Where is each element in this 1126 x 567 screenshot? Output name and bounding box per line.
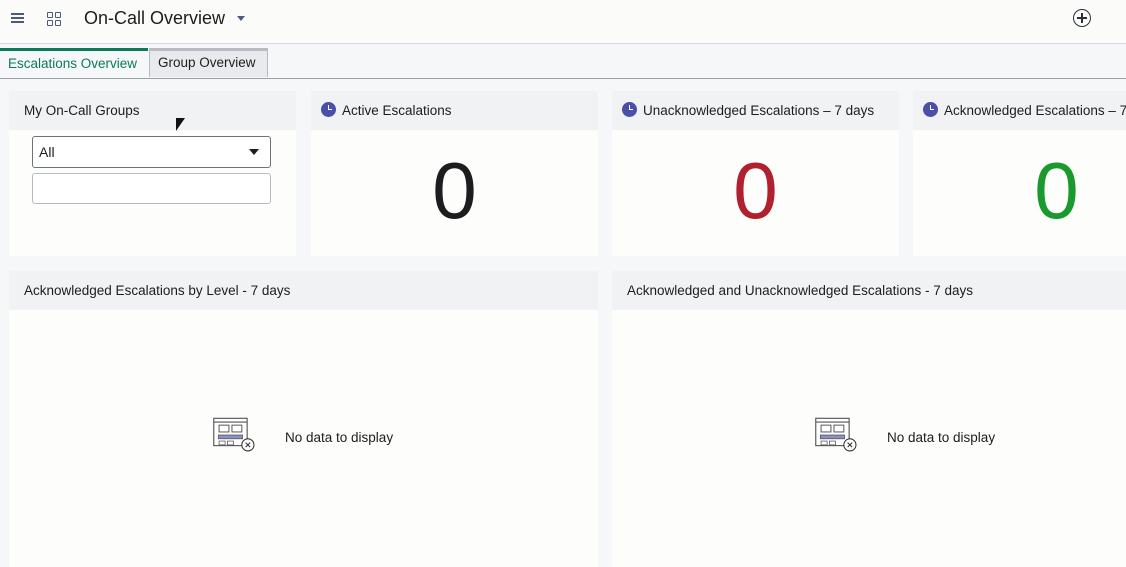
empty-state: No data to display <box>213 417 413 463</box>
card-title: My On-Call Groups <box>9 91 296 130</box>
title-chevron-down-icon[interactable] <box>237 16 245 21</box>
metric-card-unacknowledged: Unacknowledged Escalations – 7 days 0 <box>612 91 899 256</box>
clock-icon <box>622 102 637 118</box>
metric-card-active: Active Escalations 0 <box>311 91 598 256</box>
group-select-value: All <box>39 144 55 160</box>
metric-value[interactable]: 0 <box>612 151 899 231</box>
no-data-icon <box>213 417 255 452</box>
no-data-label: No data to display <box>285 430 394 445</box>
tab-escalations-overview[interactable]: Escalations Overview <box>0 48 148 77</box>
page-title[interactable]: On-Call Overview <box>84 8 225 29</box>
grid-icon[interactable] <box>47 12 62 27</box>
clock-icon <box>321 102 336 118</box>
metric-value[interactable]: 0 <box>913 151 1126 231</box>
metric-title: Unacknowledged Escalations – 7 days <box>643 103 875 118</box>
chart-card-by-level: Acknowledged Escalations by Level - 7 da… <box>9 271 598 567</box>
tab-bar: Escalations Overview Group Overview <box>0 48 1126 79</box>
empty-state: No data to display <box>815 417 1015 463</box>
clock-icon <box>923 102 938 118</box>
group-filter-input[interactable] <box>32 173 271 204</box>
chart-card-ack-unack: Acknowledged and Unacknowledged Escalati… <box>612 271 1126 567</box>
no-data-label: No data to display <box>887 430 996 445</box>
menu-icon[interactable] <box>11 13 24 24</box>
chevron-down-icon <box>249 149 259 155</box>
metric-title: Acknowledged Escalations – 7 <box>944 103 1126 118</box>
add-circle-icon[interactable] <box>1073 9 1091 27</box>
tab-group-overview[interactable]: Group Overview <box>149 48 268 77</box>
metric-value[interactable]: 0 <box>311 151 598 231</box>
on-call-groups-card: My On-Call Groups All <box>9 91 296 256</box>
metric-title: Active Escalations <box>342 103 452 118</box>
no-data-icon <box>815 417 857 452</box>
metric-card-acknowledged: Acknowledged Escalations – 7 0 <box>913 91 1126 256</box>
chart-title: Acknowledged Escalations by Level - 7 da… <box>9 271 598 310</box>
chart-title: Acknowledged and Unacknowledged Escalati… <box>612 271 1126 310</box>
group-select[interactable]: All <box>32 136 271 168</box>
mouse-cursor-icon <box>176 118 185 131</box>
top-bar: On-Call Overview <box>0 0 1126 44</box>
